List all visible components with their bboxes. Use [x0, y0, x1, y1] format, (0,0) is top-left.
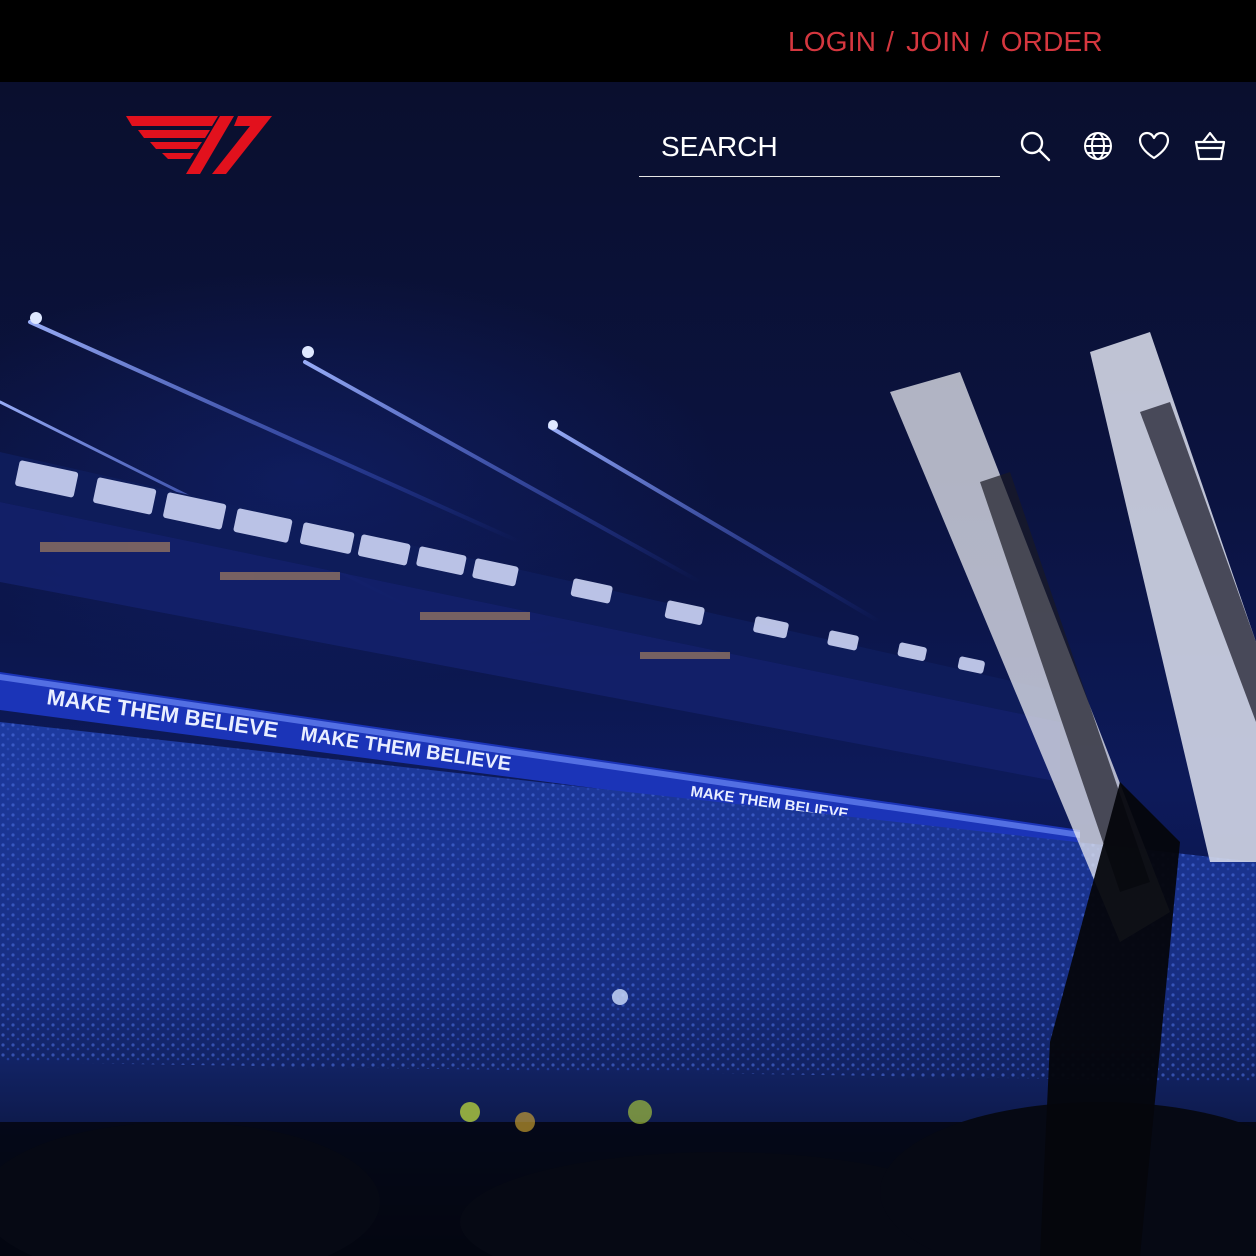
basket-icon[interactable]: [1193, 129, 1227, 163]
t1-logo[interactable]: [126, 116, 274, 176]
join-link[interactable]: JOIN: [906, 26, 971, 58]
upper-tier: [0, 452, 1060, 782]
search-input[interactable]: [659, 126, 993, 168]
account-links: LOGIN / JOIN / ORDER: [788, 22, 1103, 62]
top-utility-bar: LOGIN / JOIN / ORDER: [0, 0, 1256, 82]
link-separator: /: [980, 26, 989, 57]
heart-icon[interactable]: [1137, 129, 1171, 163]
order-link[interactable]: ORDER: [1001, 26, 1103, 58]
arena-illustration: MAKE THEM BELIEVE MAKE THEM BELIEVE MAKE…: [0, 312, 1256, 1256]
link-separator: /: [886, 26, 895, 57]
login-link[interactable]: LOGIN: [788, 26, 876, 58]
hero-arena-image: MAKE THEM BELIEVE MAKE THEM BELIEVE MAKE…: [0, 82, 1256, 1256]
search-bar: [639, 118, 1000, 177]
search-icon[interactable]: [1018, 129, 1052, 163]
globe-icon[interactable]: [1081, 129, 1115, 163]
